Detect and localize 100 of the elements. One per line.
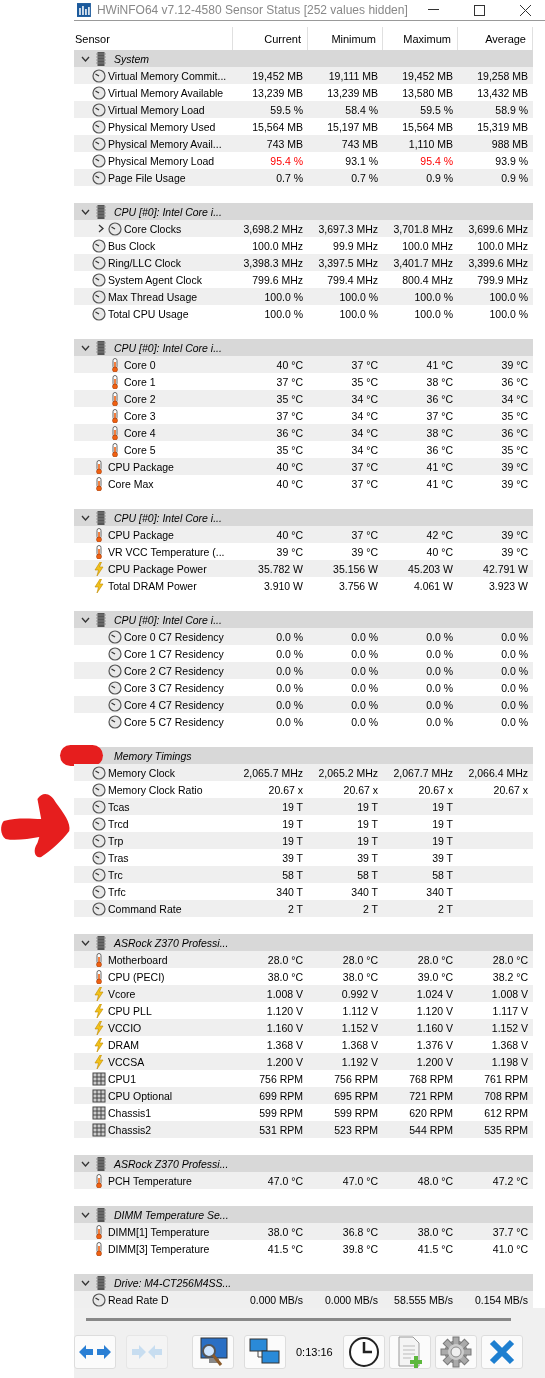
table-row[interactable]: Core 1 37 °C 35 °C 38 °C 36 °C [74,373,533,390]
sensor-label[interactable]: Chassis1 [106,1104,233,1121]
sensor-label[interactable]: Core 5 C7 Residency [122,713,233,730]
table-row[interactable]: Core 2 C7 Residency 0.0 % 0.0 % 0.0 % 0.0 % [74,662,533,679]
table-row[interactable]: VR VCC Temperature (... 39 °C 39 °C 40 °C 39 °C [74,543,533,560]
table-row[interactable]: Core 5 35 °C 34 °C 36 °C 35 °C [74,441,533,458]
table-row[interactable]: Core 1 C7 Residency 0.0 % 0.0 % 0.0 % 0.0 % [74,645,533,662]
sensor-label[interactable]: Virtual Memory Commit... [106,67,233,84]
group-label[interactable]: CPU [#0]: Intel Core i... [112,611,233,628]
group-header[interactable]: ASRock Z370 Professi... [74,934,533,951]
table-row[interactable]: Trc 58 T 58 T 58 T [74,866,533,883]
group-label[interactable]: CPU [#0]: Intel Core i... [112,203,233,220]
table-row[interactable]: PCH Temperature 47.0 °C 47.0 °C 48.0 °C 47.2 °C [74,1172,533,1189]
sensor-label[interactable]: Trc [106,866,233,883]
table-row[interactable]: DIMM[3] Temperature 41.5 °C 39.8 °C 41.5 °C 41.0 °C [74,1240,533,1257]
table-row[interactable]: Trfc 340 T 340 T 340 T [74,883,533,900]
maximize-icon[interactable] [473,4,485,16]
table-row[interactable]: Core 4 C7 Residency 0.0 % 0.0 % 0.0 % 0.0 % [74,696,533,713]
sensor-label[interactable]: CPU Package Power [106,560,233,577]
sensor-label[interactable]: Memory Clock [106,764,233,781]
table-row[interactable]: System Agent Clock 799.6 MHz 799.4 MHz 800.4 MHz 799.9 MHz [74,271,533,288]
group-label[interactable]: Drive: M4-CT256M4SS... [112,1274,233,1291]
table-row[interactable]: Core Clocks 3,698.2 MHz 3,697.3 MHz 3,701.8 MHz 3,699.6 MHz [74,220,533,237]
sensor-label[interactable]: CPU Optional [106,1087,233,1104]
sensor-label[interactable]: Tcas [106,798,233,815]
table-row[interactable]: CPU Optional 699 RPM 695 RPM 721 RPM 708 RPM [74,1087,533,1104]
group-header[interactable]: Drive: M4-CT256M4SS... [74,1274,533,1291]
table-row[interactable]: Core 2 35 °C 34 °C 36 °C 34 °C [74,390,533,407]
group-label[interactable]: ASRock Z370 Professi... [112,934,233,951]
group-label[interactable]: CPU [#0]: Intel Core i... [112,509,233,526]
sensor-label[interactable]: CPU PLL [106,1002,233,1019]
table-row[interactable]: VCCIO 1.160 V 1.152 V 1.160 V 1.152 V [74,1019,533,1036]
sensor-label[interactable]: Total CPU Usage [106,305,233,322]
toolbar-button[interactable] [244,1335,286,1369]
minimize-icon[interactable] [428,9,440,11]
sensor-label[interactable]: DIMM[1] Temperature [106,1223,233,1240]
sensor-label[interactable]: Chassis2 [106,1121,233,1138]
sensor-label[interactable]: Core 5 [122,441,233,458]
toolbar-button[interactable] [342,1335,385,1369]
table-row[interactable]: Command Rate 2 T 2 T 2 T [74,900,533,917]
table-row[interactable]: Physical Memory Used 15,564 MB 15,197 MB 15,564 MB 15,319 MB [74,118,533,135]
table-row[interactable]: CPU1 756 RPM 756 RPM 768 RPM 761 RPM [74,1070,533,1087]
sensor-label[interactable]: Ring/LLC Clock [106,254,233,271]
sensor-label[interactable]: Trcd [106,815,233,832]
sensor-label[interactable]: Core 2 C7 Residency [122,662,233,679]
sensor-label[interactable]: Core 1 [122,373,233,390]
sensor-label[interactable]: Memory Clock Ratio [106,781,233,798]
table-row[interactable]: Core 0 C7 Residency 0.0 % 0.0 % 0.0 % 0.0 % [74,628,533,645]
sensor-label[interactable]: Max Thread Usage [106,288,233,305]
sensor-label[interactable]: Tras [106,849,233,866]
sensor-label[interactable]: Core 4 C7 Residency [122,696,233,713]
table-row[interactable]: Core 5 C7 Residency 0.0 % 0.0 % 0.0 % 0.0 % [74,713,533,730]
table-row[interactable]: Trcd 19 T 19 T 19 T [74,815,533,832]
table-row[interactable]: CPU PLL 1.120 V 1.112 V 1.120 V 1.117 V [74,1002,533,1019]
sensor-label[interactable]: CPU (PECI) [106,968,233,985]
sensor-label[interactable]: Core 2 [122,390,233,407]
group-header[interactable]: CPU [#0]: Intel Core i... [74,611,533,628]
table-row[interactable]: Virtual Memory Commit... 19,452 MB 19,111 MB 19,452 MB 19,258 MB [74,67,533,84]
table-row[interactable]: Core 3 C7 Residency 0.0 % 0.0 % 0.0 % 0.0 % [74,679,533,696]
table-row[interactable]: Core 0 40 °C 37 °C 41 °C 39 °C [74,356,533,373]
table-row[interactable]: Total DRAM Power 3.910 W 3.756 W 4.061 W 3.923 W [74,577,533,594]
table-row[interactable]: CPU Package 40 °C 37 °C 42 °C 39 °C [74,526,533,543]
sensor-label[interactable]: Core 0 C7 Residency [122,628,233,645]
table-row[interactable]: Memory Clock Ratio 20.67 x 20.67 x 20.67 x 20.67 x [74,781,533,798]
table-row[interactable]: Trp 19 T 19 T 19 T [74,832,533,849]
table-row[interactable]: CPU Package 40 °C 37 °C 41 °C 39 °C [74,458,533,475]
sensor-label[interactable]: Core 4 [122,424,233,441]
table-row[interactable]: Chassis1 599 RPM 599 RPM 620 RPM 612 RPM [74,1104,533,1121]
sensor-label[interactable]: Trp [106,832,233,849]
sensor-label[interactable]: Bus Clock [106,237,233,254]
close-icon[interactable] [519,4,531,16]
sensor-label[interactable]: VCCSA [106,1053,233,1070]
sensor-label[interactable]: Virtual Memory Load [106,101,233,118]
group-label[interactable]: ASRock Z370 Professi... [112,1155,233,1172]
table-row[interactable]: Virtual Memory Load 59.5 % 58.4 % 59.5 % 58.9 % [74,101,533,118]
table-row[interactable]: Chassis2 531 RPM 523 RPM 544 RPM 535 RPM [74,1121,533,1138]
sensor-label[interactable]: Trfc [106,883,233,900]
table-row[interactable]: Vcore 1.008 V 0.992 V 1.024 V 1.008 V [74,985,533,1002]
table-row[interactable]: Core 4 36 °C 34 °C 38 °C 36 °C [74,424,533,441]
sensor-label[interactable]: CPU Package [106,526,233,543]
sensor-label[interactable]: DIMM[3] Temperature [106,1240,233,1257]
table-row[interactable]: Motherboard 28.0 °C 28.0 °C 28.0 °C 28.0 °C [74,951,533,968]
sensor-label[interactable]: CPU Package [106,458,233,475]
table-row[interactable]: Tcas 19 T 19 T 19 T [74,798,533,815]
sensor-label[interactable]: Physical Memory Load [106,152,233,169]
table-row[interactable]: Physical Memory Avail... 743 MB 743 MB 1,110 MB 988 MB [74,135,533,152]
group-label[interactable]: Memory Timings [112,747,233,764]
sensor-label[interactable]: VR VCC Temperature (... [106,543,233,560]
sensor-label[interactable]: System Agent Clock [106,271,233,288]
group-header[interactable]: CPU [#0]: Intel Core i... [74,509,533,526]
sensor-label[interactable]: Physical Memory Used [106,118,233,135]
table-row[interactable]: Core Max 40 °C 37 °C 41 °C 39 °C [74,475,533,492]
table-row[interactable]: Core 3 37 °C 34 °C 37 °C 35 °C [74,407,533,424]
sensor-label[interactable]: Page File Usage [106,169,233,186]
table-row[interactable]: Virtual Memory Available 13,239 MB 13,239 MB 13,580 MB 13,432 MB [74,84,533,101]
sensor-label[interactable]: Core 3 [122,407,233,424]
table-row[interactable]: DRAM 1.368 V 1.368 V 1.376 V 1.368 V [74,1036,533,1053]
toolbar-button[interactable] [192,1335,234,1369]
group-label[interactable]: CPU [#0]: Intel Core i... [112,339,233,356]
table-row[interactable]: Physical Memory Load 95.4 % 93.1 % 95.4 % 93.9 % [74,152,533,169]
